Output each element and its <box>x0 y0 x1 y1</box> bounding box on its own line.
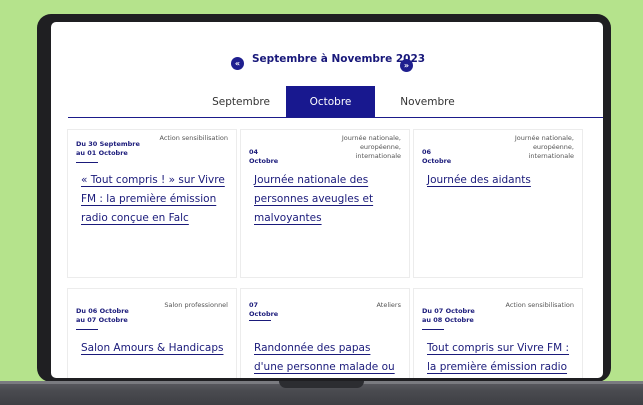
event-date: 06 Octobre <box>422 148 502 166</box>
event-category: Action sensibilisation <box>159 134 229 142</box>
event-title-link[interactable]: « Tout compris ! » sur Vivre FM : la pre… <box>81 171 229 228</box>
event-category: Action sensibilisation <box>505 301 575 309</box>
tab-novembre[interactable]: Novembre <box>380 86 475 117</box>
event-title-text[interactable]: Journée nationale des personnes aveugles… <box>254 174 373 224</box>
event-category: Salon professionnel <box>164 301 228 309</box>
event-date-start: Du 06 Octobre <box>76 307 129 315</box>
laptop-notch <box>279 381 364 388</box>
event-card: Du 30 Septembre au 01 Octobre Action sen… <box>68 130 236 277</box>
next-period-icon[interactable]: » <box>400 59 413 72</box>
event-date-day: 07 <box>249 301 259 309</box>
event-card: Du 07 Octobre au 08 Octobre Action sensi… <box>414 289 582 378</box>
event-date-month: Octobre <box>249 310 279 318</box>
event-card: 06 Octobre Journée nationale, européenne… <box>414 130 582 277</box>
period-navigation: « Septembre à Novembre 2023 » <box>51 53 603 73</box>
date-underline <box>76 162 98 163</box>
previous-period-icon[interactable]: « <box>231 57 244 70</box>
event-date-start: Du 30 Septembre <box>76 140 140 148</box>
event-title-link[interactable]: Salon Amours & Handicaps <box>81 339 229 358</box>
event-title-link[interactable]: Journée nationale des personnes aveugles… <box>254 171 402 228</box>
event-date-month: Octobre <box>422 157 452 165</box>
event-title-link[interactable]: Randonnée des papas d'une personne malad… <box>254 339 402 377</box>
event-date-month: Octobre <box>249 157 279 165</box>
event-card: Du 06 Octobre au 07 Octobre Salon profes… <box>68 289 236 378</box>
event-date: 04 Octobre <box>249 148 329 166</box>
tab-octobre[interactable]: Octobre <box>286 86 375 117</box>
event-title-link[interactable]: Journée des aidants <box>427 171 575 190</box>
event-date-end: au 07 Octobre <box>76 316 128 324</box>
event-category: Journée nationale, européenne, internati… <box>341 134 401 160</box>
event-date: Du 30 Septembre au 01 Octobre <box>76 140 156 158</box>
event-title-text[interactable]: « Tout compris ! » sur Vivre FM : la pre… <box>81 174 225 224</box>
date-underline <box>76 329 98 330</box>
event-date-end: au 08 Octobre <box>422 316 474 324</box>
event-title-link[interactable]: Tout compris sur Vivre FM : la première … <box>427 339 575 377</box>
month-tabs: Septembre Octobre Novembre <box>68 86 603 118</box>
event-title-text[interactable]: Journée des aidants <box>427 174 531 186</box>
event-category: Journée nationale, européenne, internati… <box>514 134 574 160</box>
event-title-text[interactable]: Salon Amours & Handicaps <box>81 342 223 354</box>
date-underline <box>422 329 444 330</box>
event-date: Du 07 Octobre au 08 Octobre <box>422 307 502 325</box>
event-card: 04 Octobre Journée nationale, européenne… <box>241 130 409 277</box>
event-card: 07 Octobre Ateliers Randonnée des papas … <box>241 289 409 378</box>
event-date-day: 04 <box>249 148 259 156</box>
event-date: Du 06 Octobre au 07 Octobre <box>76 307 156 325</box>
browser-screen: « Septembre à Novembre 2023 » Septembre … <box>51 22 603 378</box>
event-category: Ateliers <box>376 301 401 309</box>
event-title-text[interactable]: Randonnée des papas d'une personne malad… <box>254 342 395 373</box>
tab-septembre[interactable]: Septembre <box>201 86 281 117</box>
event-date-day: 06 <box>422 148 432 156</box>
date-underline <box>249 320 271 321</box>
event-title-text[interactable]: Tout compris sur Vivre FM : la première … <box>427 342 569 373</box>
event-date: 07 Octobre <box>249 301 329 319</box>
event-date-end: au 01 Octobre <box>76 149 128 157</box>
event-date-start: Du 07 Octobre <box>422 307 475 315</box>
